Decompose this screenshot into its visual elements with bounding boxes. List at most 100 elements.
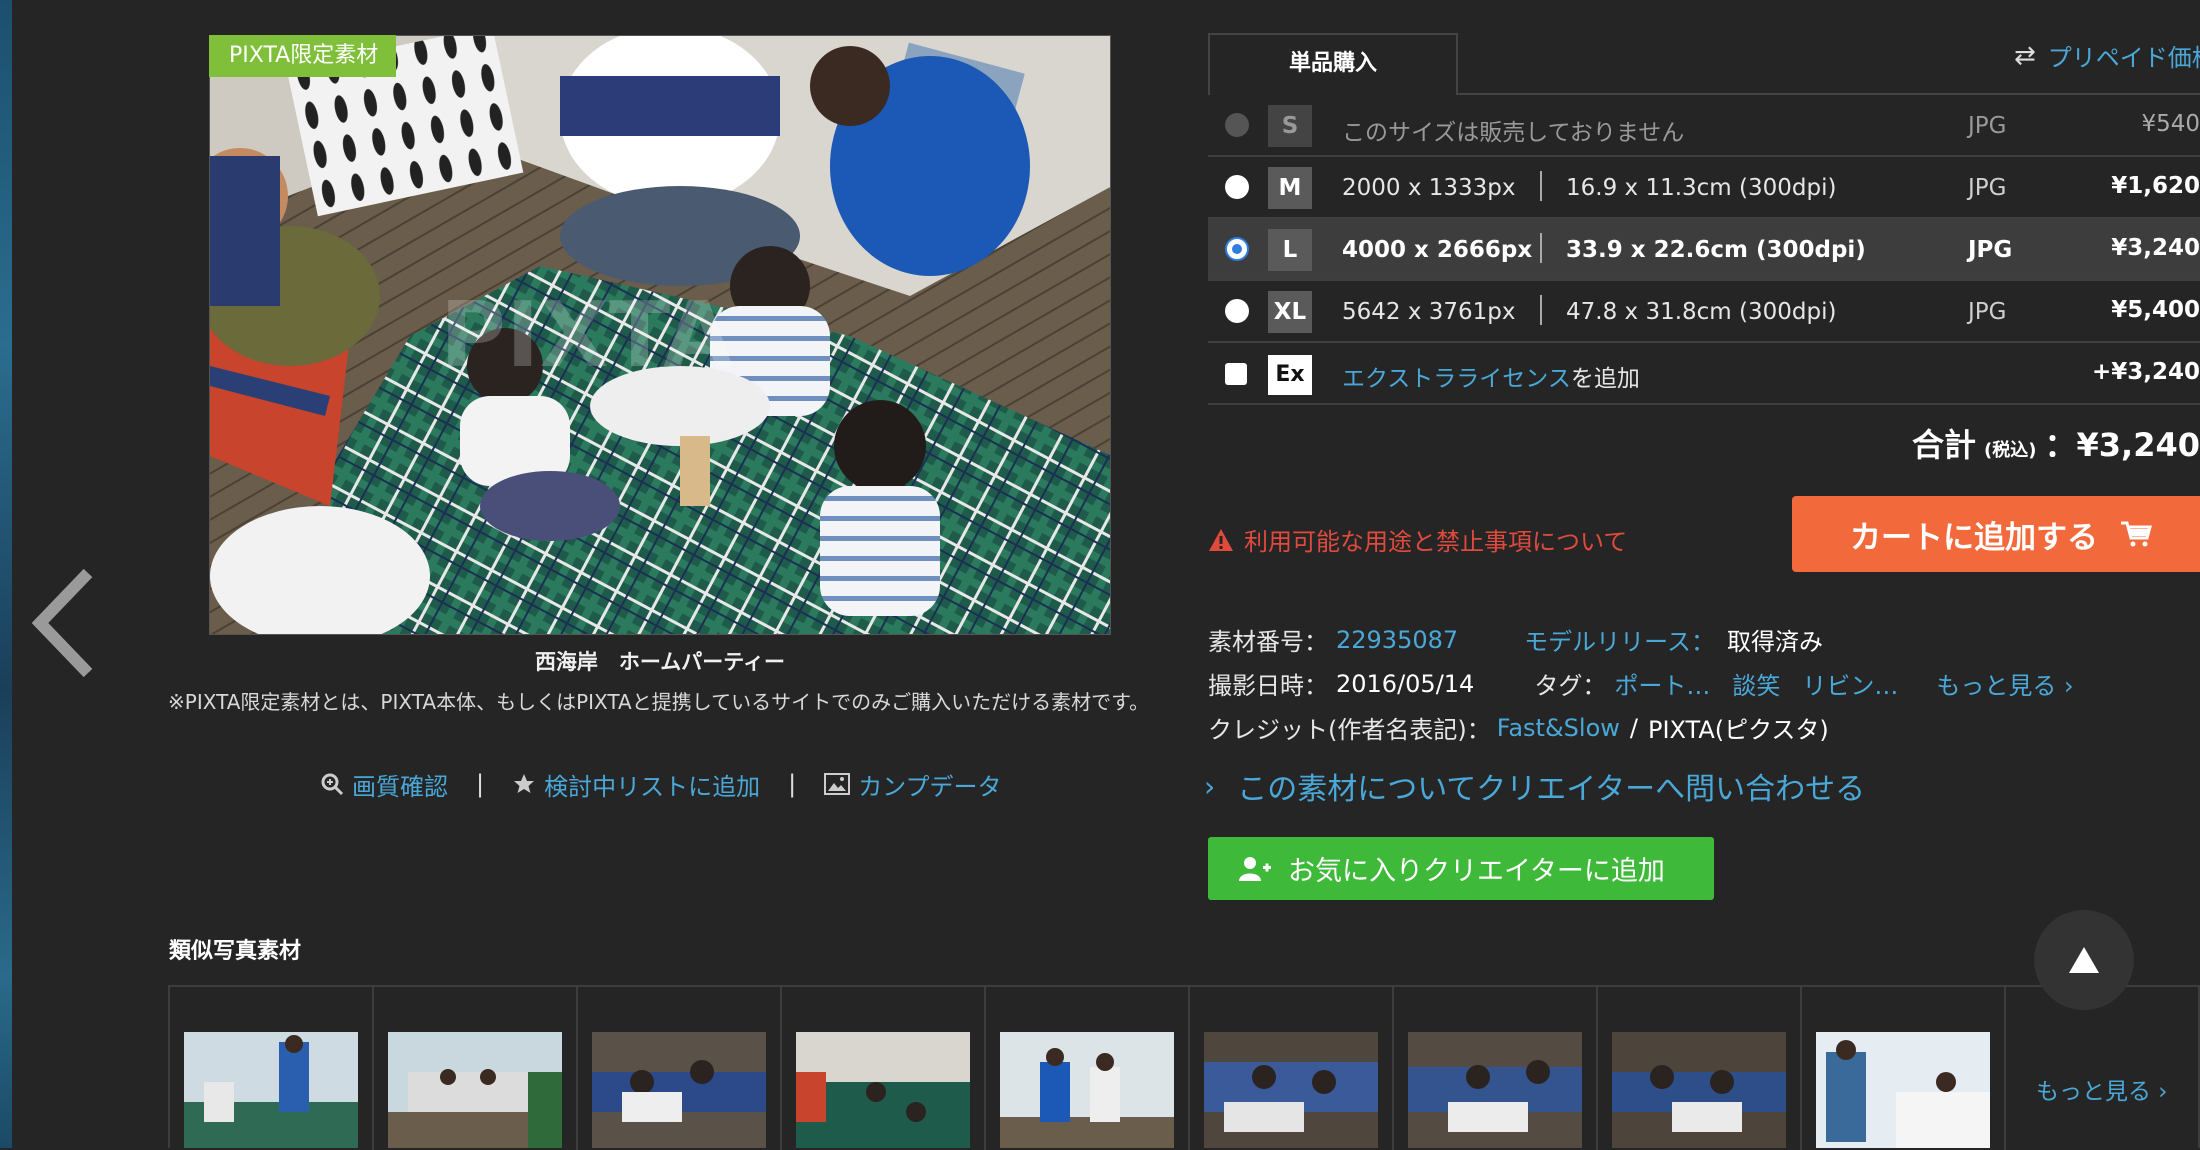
credit-author-link[interactable]: Fast&Slow [1497,714,1620,742]
similar-thumbnail[interactable] [986,987,1190,1150]
warning-icon [1208,528,1234,552]
more-tags-link[interactable]: もっと見る › [1936,666,2073,701]
exclusive-note: ※PIXTA限定素材とは、PIXTA本体、もしくはPIXTAと提携しているサイト… [168,686,1158,718]
size-row-m[interactable]: M 2000 x 1333px 16.9 x 11.3cm (300dpi) J… [1208,157,2200,219]
size-tag-l: L [1268,229,1312,271]
total-tax-note: (税込) [1984,440,2036,461]
comp-data-label: カンプデータ [858,767,1001,802]
chevron-right-icon: › [1204,770,1215,803]
size-format: JPG [1968,175,2006,201]
similar-thumbnail[interactable] [578,987,782,1150]
size-price: ¥5,400 [2111,297,2200,323]
svg-text:PIXTA: PIXTA [440,283,733,388]
tag-link[interactable]: ポート… [1614,666,1710,701]
shooting-date-row: 撮影日時： 2016/05/14 タグ： ポート… 談笑 リビン… もっと見る … [1208,666,2074,701]
total-value: ：¥3,240 [2045,426,2200,464]
size-row-l[interactable]: L 4000 x 2666px 33.9 x 22.6cm (300dpi) J… [1208,219,2200,281]
prepaid-price-link[interactable]: ⇄ プリペイド価格 [2014,38,2200,73]
size-row-s: S このサイズは販売しておりません JPG ¥540 [1208,95,2200,157]
add-to-cart-button[interactable]: カートに追加する [1792,496,2200,572]
model-release-value: 取得済み [1727,622,1823,657]
size-tag-s: S [1268,105,1312,147]
credit-site: PIXTA(ピクスタ) [1648,710,1829,745]
total-label: 合計 [1912,426,1976,464]
material-number-label: 素材番号： [1208,622,1328,657]
usage-restrictions-link[interactable]: 利用可能な用途と禁止事項について [1208,522,1627,557]
extra-license-text: エクストラライセンスを追加 [1342,359,1640,393]
add-to-cart-label: カートに追加する [1850,512,2098,557]
size-format: JPG [1968,113,2006,139]
size-radio-xl[interactable] [1225,299,1249,323]
tag-link[interactable]: 談笑 [1732,666,1780,701]
similar-thumbnail[interactable] [1190,987,1394,1150]
previous-arrow-icon[interactable] [28,568,98,678]
triangle-up-icon [2067,945,2101,975]
extra-license-checkbox[interactable] [1225,363,1247,385]
size-radio-s [1225,113,1249,137]
similar-thumbnail[interactable] [1598,987,1802,1150]
size-tag-xl: XL [1268,291,1312,333]
add-favorite-creator-button[interactable]: お気に入りクリエイターに追加 [1208,837,1714,900]
size-print: 33.9 x 22.6cm (300dpi) [1566,237,1866,263]
comp-data-link[interactable]: カンプデータ [824,767,1001,802]
exclusive-badge: PIXTA限定素材 [209,35,396,77]
size-pixels: 5642 x 3761px [1342,299,1516,325]
similar-thumbnail[interactable] [170,987,374,1150]
size-unavailable-text: このサイズは販売しておりません [1342,113,1684,147]
similar-thumbnail[interactable] [1394,987,1598,1150]
similar-photos-strip [168,985,2200,1148]
size-radio-m[interactable] [1225,175,1249,199]
swap-arrows-icon: ⇄ [2014,41,2036,71]
size-print: 16.9 x 11.3cm (300dpi) [1566,175,1836,201]
credit-separator: / [1630,714,1638,742]
similar-thumbnail[interactable] [1802,987,2006,1150]
extra-license-link[interactable]: エクストラライセンス [1342,366,1571,392]
size-radio-l[interactable] [1225,237,1249,261]
add-to-list-link[interactable]: 検討中リストに追加 [512,767,760,802]
size-price: ¥540 [2141,111,2200,137]
quality-check-link[interactable]: 画質確認 [320,767,448,802]
similar-thumbnail[interactable] [782,987,986,1150]
size-price: ¥1,620 [2111,173,2200,199]
model-release-label[interactable]: モデルリリース： [1524,622,1715,657]
star-icon [512,772,536,796]
quality-check-label: 画質確認 [352,767,448,802]
main-photo[interactable]: PIXTA [209,35,1111,635]
size-pixels: 4000 x 2666px [1342,237,1532,263]
extra-license-tag: Ex [1268,355,1312,395]
add-user-icon [1238,855,1272,883]
tool-separator: | [788,770,796,798]
creator-inquiry-link[interactable]: › この素材についてクリエイターへ問い合わせる [1204,764,1865,808]
scroll-to-top-button[interactable] [2034,910,2134,1010]
add-favorite-creator-label: お気に入りクリエイターに追加 [1288,849,1665,888]
total-price: 合計 (税込) ：¥3,240 [1800,420,2200,466]
prepaid-price-label: プリペイド価格 [2048,38,2200,73]
extra-license-row[interactable]: Ex エクストラライセンスを追加 +¥3,240 [1208,343,2200,405]
size-price: ¥3,240 [2111,235,2200,261]
size-print: 47.8 x 31.8cm (300dpi) [1566,299,1836,325]
credit-label: クレジット(作者名表記)： [1208,710,1491,745]
size-pixels: 2000 x 1333px [1342,175,1516,201]
more-similar-link[interactable]: もっと見る › [2036,1072,2168,1106]
size-divider [1540,295,1542,325]
size-row-xl[interactable]: XL 5642 x 3761px 47.8 x 31.8cm (300dpi) … [1208,281,2200,343]
size-format: JPG [1968,299,2006,325]
tags-label: タグ： [1534,666,1606,701]
size-format: JPG [1968,237,2012,263]
zoom-icon [320,772,344,796]
tab-single-purchase[interactable]: 単品購入 [1208,33,1458,95]
similar-photos-title: 類似写真素材 [169,933,301,965]
credit-row: クレジット(作者名表記)： Fast&Slow / PIXTA(ピクスタ) [1208,710,1829,745]
tag-link[interactable]: リビン… [1802,666,1898,701]
shooting-date-value: 2016/05/14 [1336,670,1474,698]
photo-tools: 画質確認 | 検討中リストに追加 | カンプデータ [320,766,1001,802]
image-icon [824,773,850,795]
size-tag-m: M [1268,167,1312,209]
material-number-row: 素材番号： 22935087 モデルリリース： 取得済み [1208,622,1823,657]
cart-icon [2120,520,2152,548]
similar-thumbnail[interactable] [374,987,578,1150]
window-edge-background [0,0,12,1148]
material-number-link[interactable]: 22935087 [1336,626,1458,654]
size-divider [1540,171,1542,201]
shooting-date-label: 撮影日時： [1208,666,1328,701]
